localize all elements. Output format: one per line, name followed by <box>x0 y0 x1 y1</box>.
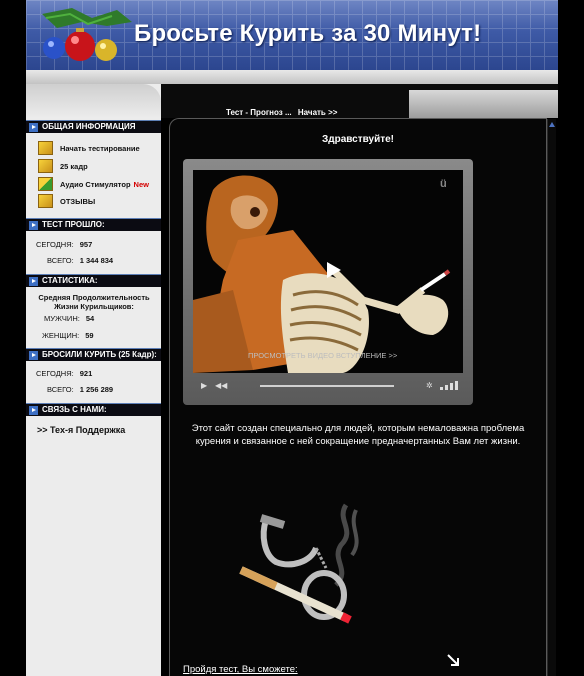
page: Бросьте Курить за 30 Минут! ОБЩАЯ ИНФОРМ… <box>0 0 584 676</box>
breadcrumb: Тест - Прогноз ... Начать >> <box>222 108 337 117</box>
test-passed-total: ВСЕГО: 1 344 834 <box>47 256 114 265</box>
progress-bar[interactable] <box>260 385 394 387</box>
sidebar-heading-stats: СТАТИСТИКА: <box>26 274 161 287</box>
sidebar-heading-quit: БРОСИЛИ КУРИТЬ (25 Кадр): <box>26 348 161 361</box>
stat-women: ЖЕНЩИН: 59 <box>42 331 94 340</box>
cube-icon <box>38 159 53 173</box>
content-cap <box>161 84 558 118</box>
greeting: Здравствуйте! <box>321 134 395 145</box>
arrow-icon <box>29 123 38 132</box>
settings-icon[interactable]: ✲ <box>426 381 433 390</box>
video-intro-link[interactable]: ПРОСМОТРЕТЬ ВИДЕО ВСТУПЛЕНИЕ >> <box>248 351 397 360</box>
volume-icon[interactable] <box>440 381 460 390</box>
scroll-up-icon[interactable] <box>549 121 556 128</box>
play-button-icon[interactable]: ▶ <box>201 381 207 390</box>
test-passed-today: СЕГОДНЯ: 957 <box>36 240 93 249</box>
quit-total: ВСЕГО: 1 256 289 <box>47 385 114 394</box>
site-title: Бросьте Курить за 30 Минут! <box>134 20 482 47</box>
breadcrumb-test[interactable]: Тест - Прогноз ... <box>226 108 292 117</box>
breadcrumb-start[interactable]: Начать >> <box>298 108 338 117</box>
cube-icon <box>38 177 53 191</box>
new-badge: New <box>133 180 149 189</box>
sidebar-heading-test-passed: ТЕСТ ПРОШЛО: <box>26 218 161 231</box>
cube-icon <box>38 141 53 155</box>
arrow-icon <box>29 406 38 415</box>
rewind-icon[interactable]: ◀◀ <box>215 381 227 390</box>
test-benefits-link[interactable]: Пройдя тест, Вы сможете: <box>183 664 298 675</box>
header-banner: Бросьте Курить за 30 Минут! <box>26 0 558 70</box>
christmas-ornaments-icon <box>42 8 132 61</box>
stat-men: МУЖЧИН: 54 <box>44 314 95 323</box>
quit-today: СЕГОДНЯ: 921 <box>36 369 93 378</box>
sidebar-heading-general: ОБЩАЯ ИНФОРМАЦИЯ <box>26 120 161 133</box>
sidebar-cap <box>26 84 161 118</box>
sidebar-heading-contact: СВЯЗЬ С НАМИ: <box>26 403 161 416</box>
cube-icon <box>38 194 53 208</box>
arrow-down-right-icon <box>447 654 459 666</box>
play-icon[interactable] <box>327 262 341 278</box>
handcuffs-cigarette-image <box>239 503 359 624</box>
avg-lifespan-label: Средняя Продолжительность Жизни Курильщи… <box>38 293 150 311</box>
arrow-icon <box>29 351 38 360</box>
arrow-icon <box>29 221 38 230</box>
tech-support-link[interactable]: >> Тех-я Поддержка <box>37 425 125 435</box>
intro-text: Этот сайт создан специально для людей, к… <box>191 423 525 447</box>
scrollbar[interactable] <box>547 119 556 676</box>
player-logo-icon: ü <box>440 178 447 190</box>
arrow-icon <box>29 277 38 286</box>
